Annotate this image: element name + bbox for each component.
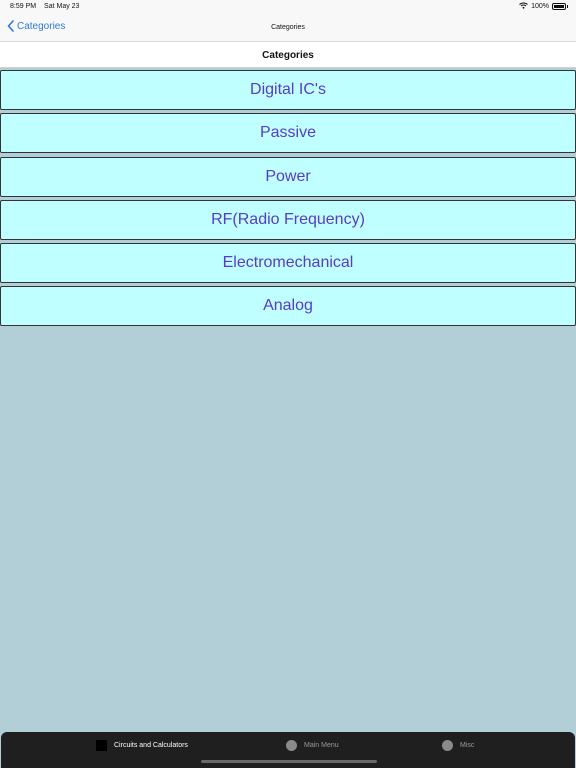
square-icon <box>96 740 107 751</box>
circle-icon <box>442 740 453 751</box>
status-indicators: 100% <box>519 2 568 11</box>
section-header: Categories <box>0 42 576 68</box>
status-time-date: 8:59 PM Sat May 23 <box>10 3 79 10</box>
tab-circuits-and-calculators[interactable]: Circuits and Calculators <box>96 740 188 751</box>
battery-level <box>554 5 564 8</box>
circle-icon <box>286 740 297 751</box>
status-date: Sat May 23 <box>44 3 80 10</box>
category-button-digital-ics[interactable]: Digital IC's <box>0 70 576 110</box>
status-bar: 8:59 PM Sat May 23 100% <box>0 0 576 14</box>
category-button-analog[interactable]: Analog <box>0 286 576 327</box>
tab-misc[interactable]: Misc <box>442 740 474 751</box>
tab-label: Misc <box>460 742 475 749</box>
category-button-power[interactable]: Power <box>0 156 576 197</box>
category-button-electromechanical[interactable]: Electromechanical <box>0 243 576 284</box>
status-time: 8:59 PM <box>10 3 37 10</box>
home-indicator[interactable] <box>201 760 377 763</box>
tab-label: Main Menu <box>304 742 339 749</box>
battery-icon <box>552 3 568 10</box>
battery-percent: 100% <box>531 3 549 10</box>
category-button-passive[interactable]: Passive <box>0 113 576 154</box>
tab-label: Circuits and Calculators <box>114 742 188 749</box>
wifi-icon <box>519 2 528 11</box>
navigation-bar: Categories Categories <box>0 14 576 42</box>
tab-bar: Circuits and Calculators Main Menu Misc <box>1 732 575 768</box>
nav-title: Categories <box>271 24 305 31</box>
category-button-rf[interactable]: RF(Radio Frequency) <box>0 199 576 240</box>
category-list: Digital IC's Passive Power RF(Radio Freq… <box>0 70 576 330</box>
tab-main-menu[interactable]: Main Menu <box>286 740 339 751</box>
